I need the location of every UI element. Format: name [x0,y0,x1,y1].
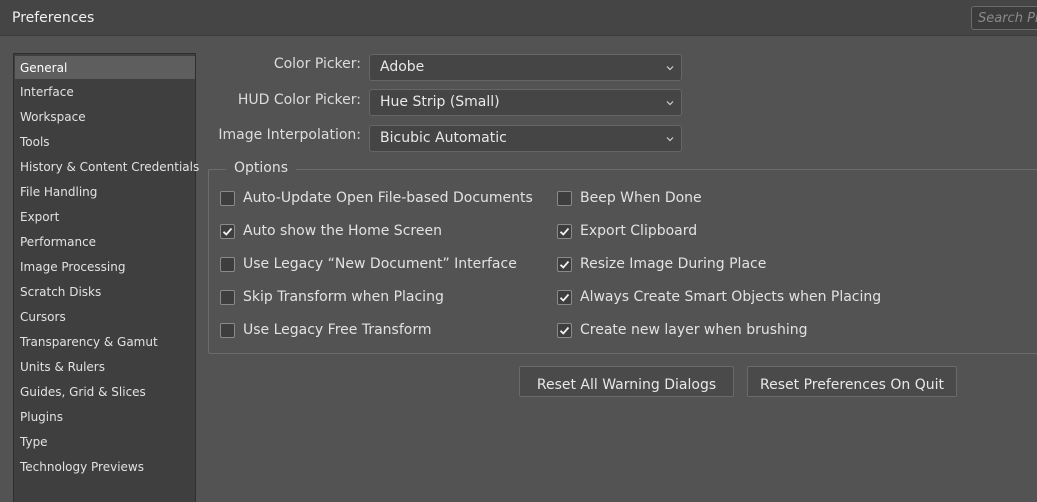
sidebar-item-tools[interactable]: Tools [15,130,195,153]
color-picker-select[interactable]: Adobe [369,54,682,81]
sidebar: General Interface Workspace Tools Histor… [13,53,199,502]
sidebar-item-interface[interactable]: Interface [15,80,195,103]
sidebar-item-plugins[interactable]: Plugins [15,405,195,428]
checkbox[interactable] [220,323,235,338]
option-label: Export Clipboard [580,223,698,239]
checkbox[interactable] [557,224,572,239]
sidebar-item-transparency[interactable]: Transparency & Gamut [15,330,195,353]
option-label: Always Create Smart Objects when Placing [580,289,882,305]
chevron-down-icon [666,137,674,142]
image-interpolation-label: Image Interpolation: [218,127,361,143]
sidebar-item-image-processing[interactable]: Image Processing [15,255,195,278]
title-bar: Preferences [0,0,1037,36]
sidebar-item-history[interactable]: History & Content Credentials [15,155,199,178]
color-picker-label: Color Picker: [273,56,361,72]
hud-color-picker-select[interactable]: Hue Strip (Small) [369,89,682,116]
sidebar-item-export[interactable]: Export [15,205,195,228]
sidebar-item-performance[interactable]: Performance [15,230,195,253]
color-picker-value: Adobe [380,59,425,75]
option-label: Resize Image During Place [580,256,767,272]
checkmark-icon [222,227,233,236]
chevron-down-icon [666,66,674,71]
sidebar-item-general[interactable]: General [15,56,195,79]
sidebar-item-cursors[interactable]: Cursors [15,305,195,328]
reset-warning-dialogs-button[interactable]: Reset All Warning Dialogs [519,366,734,397]
hud-color-picker-label: HUD Color Picker: [237,92,361,108]
option-label: Beep When Done [580,190,702,206]
checkmark-icon [559,227,570,236]
option-label: Use Legacy “New Document” Interface [243,256,517,272]
image-interpolation-value: Bicubic Automatic [380,130,507,146]
chevron-down-icon [666,101,674,106]
checkbox[interactable] [220,257,235,272]
sidebar-item-units-rulers[interactable]: Units & Rulers [15,355,195,378]
options-title: Options [226,160,297,176]
checkbox[interactable] [220,290,235,305]
checkbox[interactable] [220,224,235,239]
checkmark-icon [559,293,570,302]
option-label: Auto show the Home Screen [243,223,442,239]
sidebar-item-technology-previews[interactable]: Technology Previews [15,455,195,478]
checkbox[interactable] [557,191,572,206]
sidebar-item-guides[interactable]: Guides, Grid & Slices [15,380,195,403]
sidebar-item-scratch-disks[interactable]: Scratch Disks [15,280,195,303]
sidebar-item-type[interactable]: Type [15,430,195,453]
option-label: Create new layer when brushing [580,322,808,338]
checkbox[interactable] [557,257,572,272]
checkbox[interactable] [220,191,235,206]
option-label: Auto-Update Open File-based Documents [243,190,533,206]
option-label: Skip Transform when Placing [243,289,444,305]
search-input[interactable] [971,6,1037,30]
sidebar-item-file-handling[interactable]: File Handling [15,180,195,203]
reset-preferences-button[interactable]: Reset Preferences On Quit [747,366,957,397]
checkbox[interactable] [557,290,572,305]
checkmark-icon [559,260,570,269]
image-interpolation-select[interactable]: Bicubic Automatic [369,125,682,152]
checkmark-icon [559,326,570,335]
checkbox[interactable] [557,323,572,338]
window-title: Preferences [12,10,95,26]
sidebar-item-workspace[interactable]: Workspace [15,105,195,128]
option-label: Use Legacy Free Transform [243,322,432,338]
hud-color-picker-value: Hue Strip (Small) [380,94,500,110]
